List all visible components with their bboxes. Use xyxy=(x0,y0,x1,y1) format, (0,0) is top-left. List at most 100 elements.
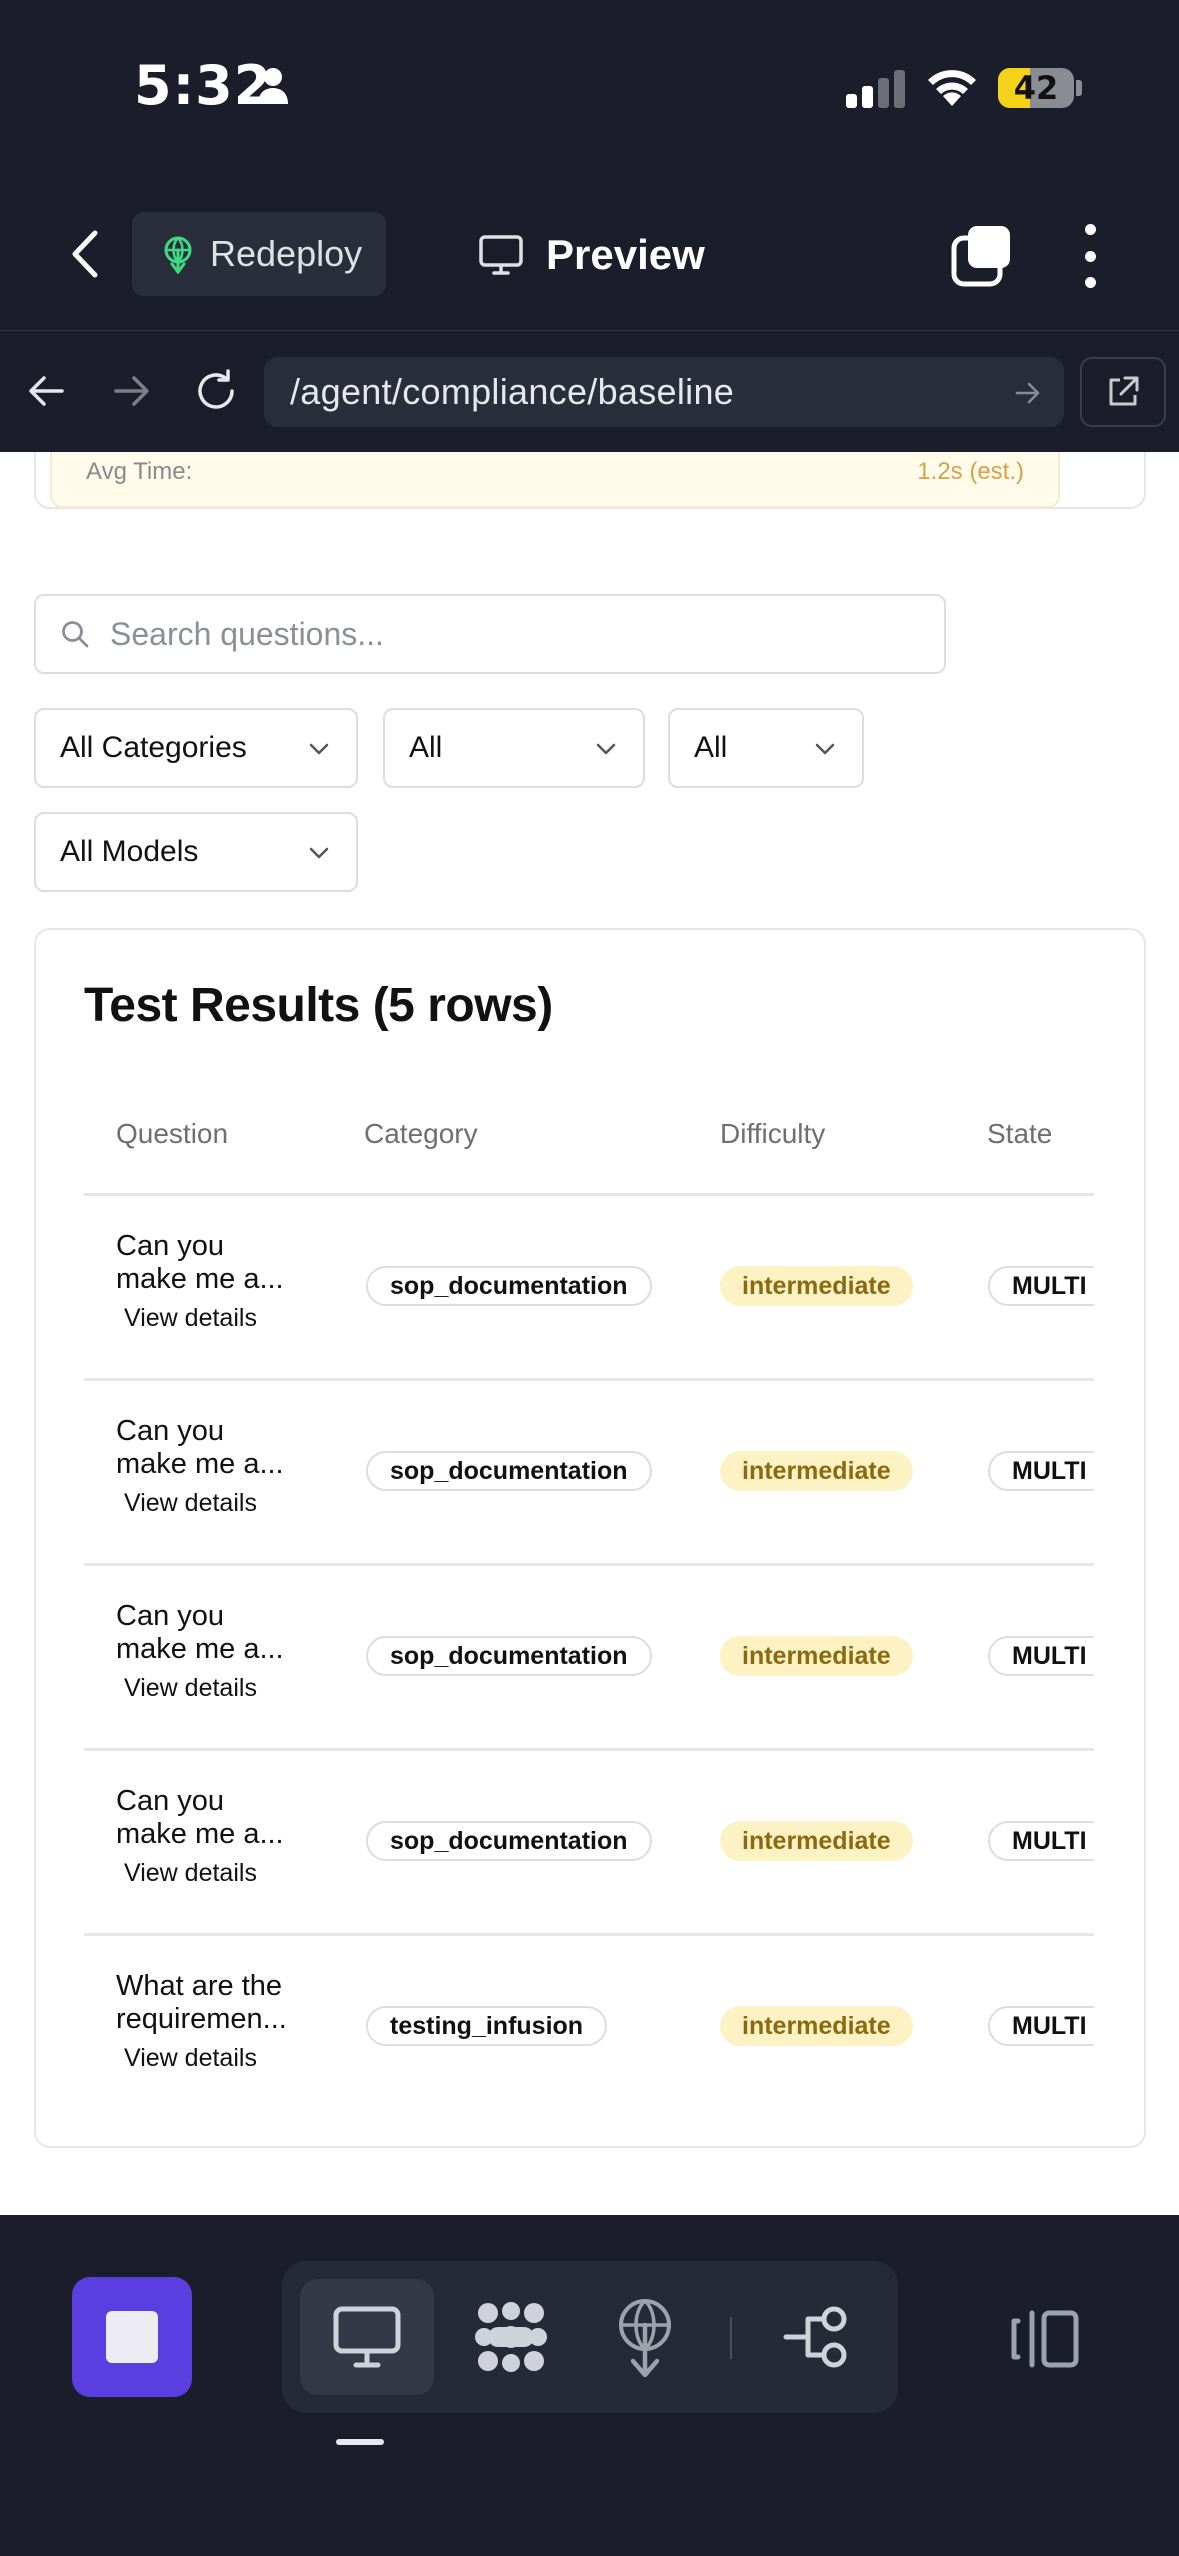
monitor-tool-button[interactable] xyxy=(300,2279,434,2395)
url-field[interactable]: /agent/compliance/baseline xyxy=(264,357,1064,427)
table-row[interactable]: Can you make me a... View details sop_doc… xyxy=(84,1381,1094,1566)
chevron-down-icon xyxy=(309,743,329,755)
cell-signal-icon xyxy=(846,70,905,108)
state-badge: MULTI xyxy=(988,1821,1094,1861)
table-row[interactable]: Can you make me a... View details sop_doc… xyxy=(84,1196,1094,1381)
back-button[interactable] xyxy=(60,224,110,284)
table-row[interactable]: Can you make me a... View details sop_doc… xyxy=(84,1751,1094,1936)
view-details-link[interactable]: View details xyxy=(124,1489,257,1518)
deploy-tool-button[interactable] xyxy=(578,2279,712,2395)
workflow-tool-button[interactable] xyxy=(750,2279,884,2395)
column-header-state[interactable]: State xyxy=(987,1118,1052,1150)
chevron-down-icon xyxy=(309,847,329,859)
view-details-link[interactable]: View details xyxy=(124,1304,257,1333)
column-header-question[interactable]: Question xyxy=(116,1118,228,1150)
category-select[interactable]: All Categories xyxy=(34,708,358,788)
search-icon xyxy=(62,621,89,648)
chevron-left-icon xyxy=(72,230,98,278)
results-card: Test Results (5 rows) Question Category … xyxy=(34,928,1146,2148)
copy-icon[interactable] xyxy=(950,224,1014,288)
chevron-down-icon xyxy=(815,743,835,755)
reload-icon[interactable] xyxy=(192,367,240,415)
status-time: 5:32 xyxy=(134,54,273,117)
difficulty-select[interactable]: All xyxy=(383,708,645,788)
search-input[interactable]: Search questions... xyxy=(34,594,946,674)
question-cell: Can you make me a... xyxy=(116,1415,284,1480)
chevron-down-icon xyxy=(596,743,616,755)
arrow-left-icon[interactable] xyxy=(26,371,66,411)
question-cell: What are the requiremen... xyxy=(116,1970,287,2035)
table-header: Question Category Difficulty State xyxy=(84,1094,1094,1196)
category-badge: sop_documentation xyxy=(366,1636,652,1676)
difficulty-badge: intermediate xyxy=(720,1451,913,1491)
state-badge: MULTI xyxy=(988,1451,1094,1491)
preview-button[interactable]: Preview xyxy=(478,220,705,290)
column-header-difficulty[interactable]: Difficulty xyxy=(720,1118,825,1150)
stop-icon xyxy=(106,2311,158,2363)
state-select[interactable]: All xyxy=(668,708,864,788)
workflow-icon xyxy=(783,2306,847,2368)
monitor-icon xyxy=(333,2306,401,2368)
results-title: Test Results (5 rows) xyxy=(84,979,553,1032)
state-badge: MULTI xyxy=(988,1266,1094,1306)
side-panel-icon[interactable] xyxy=(1010,2309,1080,2369)
view-details-link[interactable]: View details xyxy=(124,2044,257,2073)
question-cell: Can you make me a... xyxy=(116,1230,284,1295)
bottom-toolbar xyxy=(0,2215,1179,2556)
deploy-icon xyxy=(164,236,192,274)
apps-tool-button[interactable] xyxy=(444,2279,578,2395)
avg-time-box: Avg Time: 1.2s (est.) xyxy=(50,452,1060,508)
page-content: Avg Time: 1.2s (est.) Search questions..… xyxy=(0,452,1179,2215)
difficulty-badge: intermediate xyxy=(720,1821,913,1861)
state-select-value: All xyxy=(694,731,728,764)
model-select[interactable]: All Models xyxy=(34,812,358,892)
question-cell: Can you make me a... xyxy=(116,1785,284,1850)
battery-icon: 42 xyxy=(998,68,1074,108)
difficulty-badge: intermediate xyxy=(720,1636,913,1676)
category-badge: sop_documentation xyxy=(366,1821,652,1861)
view-details-link[interactable]: View details xyxy=(124,1859,257,1888)
active-tab-indicator xyxy=(336,2439,384,2445)
browser-toolbar: /agent/compliance/baseline xyxy=(0,330,1179,452)
difficulty-badge: intermediate xyxy=(720,2006,913,2046)
column-header-category[interactable]: Category xyxy=(364,1118,478,1150)
wifi-icon xyxy=(928,70,976,106)
battery-cap xyxy=(1076,80,1082,96)
view-details-link[interactable]: View details xyxy=(124,1674,257,1703)
category-select-value: All Categories xyxy=(60,731,247,764)
model-select-value: All Models xyxy=(60,835,199,868)
deploy-icon xyxy=(619,2299,671,2377)
app-header: Redeploy Preview xyxy=(0,180,1179,330)
url-text: /agent/compliance/baseline xyxy=(290,371,735,412)
go-arrow-icon[interactable] xyxy=(1014,379,1042,407)
external-link-icon xyxy=(1109,376,1139,406)
apps-grid-icon xyxy=(475,2302,547,2372)
redeploy-button[interactable]: Redeploy xyxy=(132,212,386,296)
category-badge: sop_documentation xyxy=(366,1266,652,1306)
tool-group xyxy=(282,2261,898,2413)
category-badge: sop_documentation xyxy=(366,1451,652,1491)
stop-button[interactable] xyxy=(72,2277,192,2397)
status-bar: 5:32 42 xyxy=(0,0,1179,180)
table-row[interactable]: Can you make me a... View details sop_doc… xyxy=(84,1566,1094,1751)
table-row[interactable]: What are the requiremen... View details t… xyxy=(84,1936,1094,2121)
open-external-button[interactable] xyxy=(1080,357,1166,427)
tool-divider xyxy=(730,2317,732,2359)
state-badge: MULTI xyxy=(988,1636,1094,1676)
avg-time-label: Avg Time: xyxy=(86,458,193,485)
redeploy-label: Redeploy xyxy=(210,233,363,274)
search-placeholder: Search questions... xyxy=(110,615,384,652)
monitor-icon xyxy=(479,235,523,275)
difficulty-badge: intermediate xyxy=(720,1266,913,1306)
more-options-icon[interactable] xyxy=(1080,224,1100,288)
table-body: Can you make me a... View details sop_doc… xyxy=(84,1196,1094,2121)
preview-label: Preview xyxy=(546,231,705,278)
avg-time-value: 1.2s (est.) xyxy=(917,458,1024,485)
state-badge: MULTI xyxy=(988,2006,1094,2046)
battery-level: 42 xyxy=(1013,69,1059,107)
difficulty-select-value: All xyxy=(409,731,443,764)
arrow-right-icon[interactable] xyxy=(112,371,152,411)
category-badge: testing_infusion xyxy=(366,2006,608,2046)
person-icon xyxy=(258,68,288,104)
question-cell: Can you make me a... xyxy=(116,1600,284,1665)
